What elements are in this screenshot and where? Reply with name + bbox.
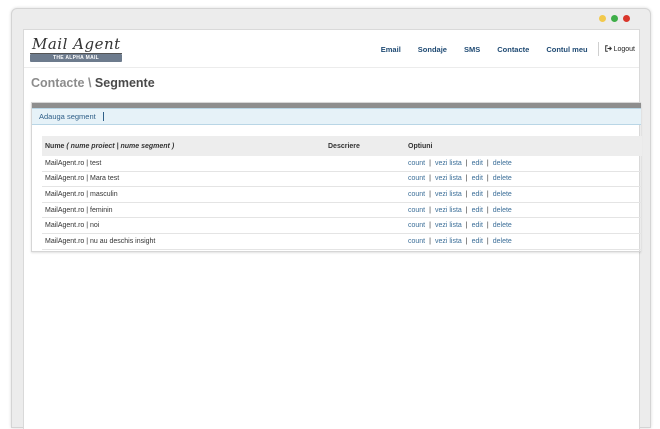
segments-panel: Adauga segment Nume ( nume proiect | num… [31, 102, 642, 252]
segments-table: Nume ( nume proiect | nume segment ) Des… [42, 136, 642, 250]
option-separator: | [486, 206, 489, 214]
add-segment-button[interactable]: Adauga segment [39, 112, 96, 121]
segment-name-cell: MailAgent.ro | noi [45, 222, 100, 230]
option-separator: | [465, 175, 468, 183]
option-separator: | [465, 190, 468, 198]
count-link[interactable]: count [408, 238, 425, 245]
edit-link[interactable]: edit [472, 160, 483, 167]
logout-link[interactable]: Logout [604, 44, 635, 54]
count-link[interactable]: count [408, 175, 425, 182]
logout-label: Logout [613, 45, 635, 53]
segment-name-cell: MailAgent.ro | feminin [45, 206, 113, 214]
option-separator: | [486, 222, 489, 230]
view-list-link[interactable]: vezi lista [435, 207, 462, 214]
nav-item-email[interactable]: Email [381, 45, 401, 54]
page-viewport: Mail Agent THE ALPHA MAIL Email Sondaje … [23, 29, 642, 429]
table-row: MailAgent.ro | test count | vezi lista | edit… [42, 156, 642, 172]
mailagent-logo[interactable]: Mail Agent THE ALPHA MAIL [30, 36, 122, 62]
table-body: MailAgent.ro | test count | vezi lista | edit… [42, 156, 642, 250]
segment-name-cell: MailAgent.ro | nu au deschis insight [45, 237, 156, 245]
count-link[interactable]: count [408, 207, 425, 214]
window-maximize-dot[interactable] [611, 15, 618, 22]
window-controls [599, 15, 630, 22]
edit-link[interactable]: edit [472, 222, 483, 229]
count-link[interactable]: count [408, 160, 425, 167]
edit-link[interactable]: edit [472, 175, 483, 182]
count-link[interactable]: count [408, 222, 425, 229]
logout-icon [604, 44, 612, 54]
table-row: MailAgent.ro | masculin count | vezi lista |… [42, 187, 642, 203]
page-title-current: Segmente [94, 76, 155, 90]
delete-link[interactable]: delete [493, 238, 512, 245]
site-header: Mail Agent THE ALPHA MAIL Email Sondaje … [24, 30, 639, 68]
delete-link[interactable]: delete [493, 207, 512, 214]
column-header-name-bold: Nume [45, 142, 65, 150]
page-title: Contacte \ Segmente [31, 76, 155, 90]
segment-name-cell: MailAgent.ro | masculin [45, 190, 118, 198]
page-title-separator: \ [84, 76, 95, 90]
column-header-name-italic: ( nume proiect | nume segment ) [66, 142, 175, 150]
window-close-dot[interactable] [623, 15, 630, 22]
view-list-link[interactable]: vezi lista [435, 222, 462, 229]
column-header-options: Optiuni [408, 142, 433, 150]
logo-underline [30, 53, 122, 54]
options-cell: count | vezi lista | edit | delete [408, 191, 642, 198]
count-link[interactable]: count [408, 191, 425, 198]
table-row: MailAgent.ro | feminin count | vezi lista | e… [42, 203, 642, 219]
option-separator: | [486, 159, 489, 167]
option-separator: | [465, 159, 468, 167]
window-minimize-dot[interactable] [599, 15, 606, 22]
nav-divider [597, 42, 599, 56]
table-row: MailAgent.ro | nu au deschis insight coun… [42, 234, 642, 250]
edit-link[interactable]: edit [472, 207, 483, 214]
option-separator: | [486, 175, 489, 183]
option-separator: | [465, 237, 468, 245]
view-list-link[interactable]: vezi lista [435, 191, 462, 198]
table-row: MailAgent.ro | Mara test count | vezi lista… [42, 172, 642, 188]
options-cell: count | vezi lista | edit | delete [408, 175, 642, 182]
page-title-section[interactable]: Contacte [31, 76, 84, 90]
delete-link[interactable]: delete [493, 175, 512, 182]
option-separator: | [429, 190, 431, 198]
option-separator: | [486, 237, 489, 245]
option-separator: | [465, 222, 468, 230]
table-header-row: Nume ( nume proiect | nume segment ) Des… [42, 136, 642, 156]
browser-window-frame: Mail Agent THE ALPHA MAIL Email Sondaje … [11, 8, 651, 429]
options-cell: count | vezi lista | edit | delete [408, 238, 642, 245]
delete-link[interactable]: delete [493, 160, 512, 167]
nav-item-sms[interactable]: SMS [464, 45, 480, 54]
main-nav: Email Sondaje SMS Contacte Contul meu Lo… [364, 42, 635, 56]
options-cell: count | vezi lista | edit | delete [408, 222, 642, 229]
edit-link[interactable]: edit [472, 238, 483, 245]
column-header-name: Nume ( nume proiect | nume segment ) [42, 143, 328, 150]
option-separator: | [429, 222, 431, 230]
edit-link[interactable]: edit [472, 191, 483, 198]
segment-name-cell: MailAgent.ro | Mara test [45, 175, 120, 183]
view-list-link[interactable]: vezi lista [435, 160, 462, 167]
option-separator: | [429, 175, 431, 183]
logo-script-text: Mail Agent [32, 35, 121, 53]
option-separator: | [429, 159, 431, 167]
options-cell: count | vezi lista | edit | delete [408, 207, 642, 214]
options-cell: count | vezi lista | edit | delete [408, 160, 642, 167]
delete-link[interactable]: delete [493, 222, 512, 229]
option-separator: | [486, 190, 489, 198]
table-row: MailAgent.ro | noi count | vezi lista | edit |… [42, 218, 642, 234]
logo-tagline: THE ALPHA MAIL [30, 54, 122, 62]
delete-link[interactable]: delete [493, 191, 512, 198]
option-separator: | [465, 206, 468, 214]
nav-item-contacte[interactable]: Contacte [497, 45, 529, 54]
nav-item-sondaje[interactable]: Sondaje [418, 45, 447, 54]
view-list-link[interactable]: vezi lista [435, 238, 462, 245]
view-list-link[interactable]: vezi lista [435, 175, 462, 182]
column-header-description: Descriere [328, 142, 360, 150]
toolbar-divider [102, 112, 104, 121]
segments-toolbar: Adauga segment [32, 108, 641, 125]
segment-name-cell: MailAgent.ro | test [45, 159, 102, 167]
option-separator: | [429, 206, 431, 214]
nav-item-contul-meu[interactable]: Contul meu [546, 45, 587, 54]
option-separator: | [429, 237, 431, 245]
